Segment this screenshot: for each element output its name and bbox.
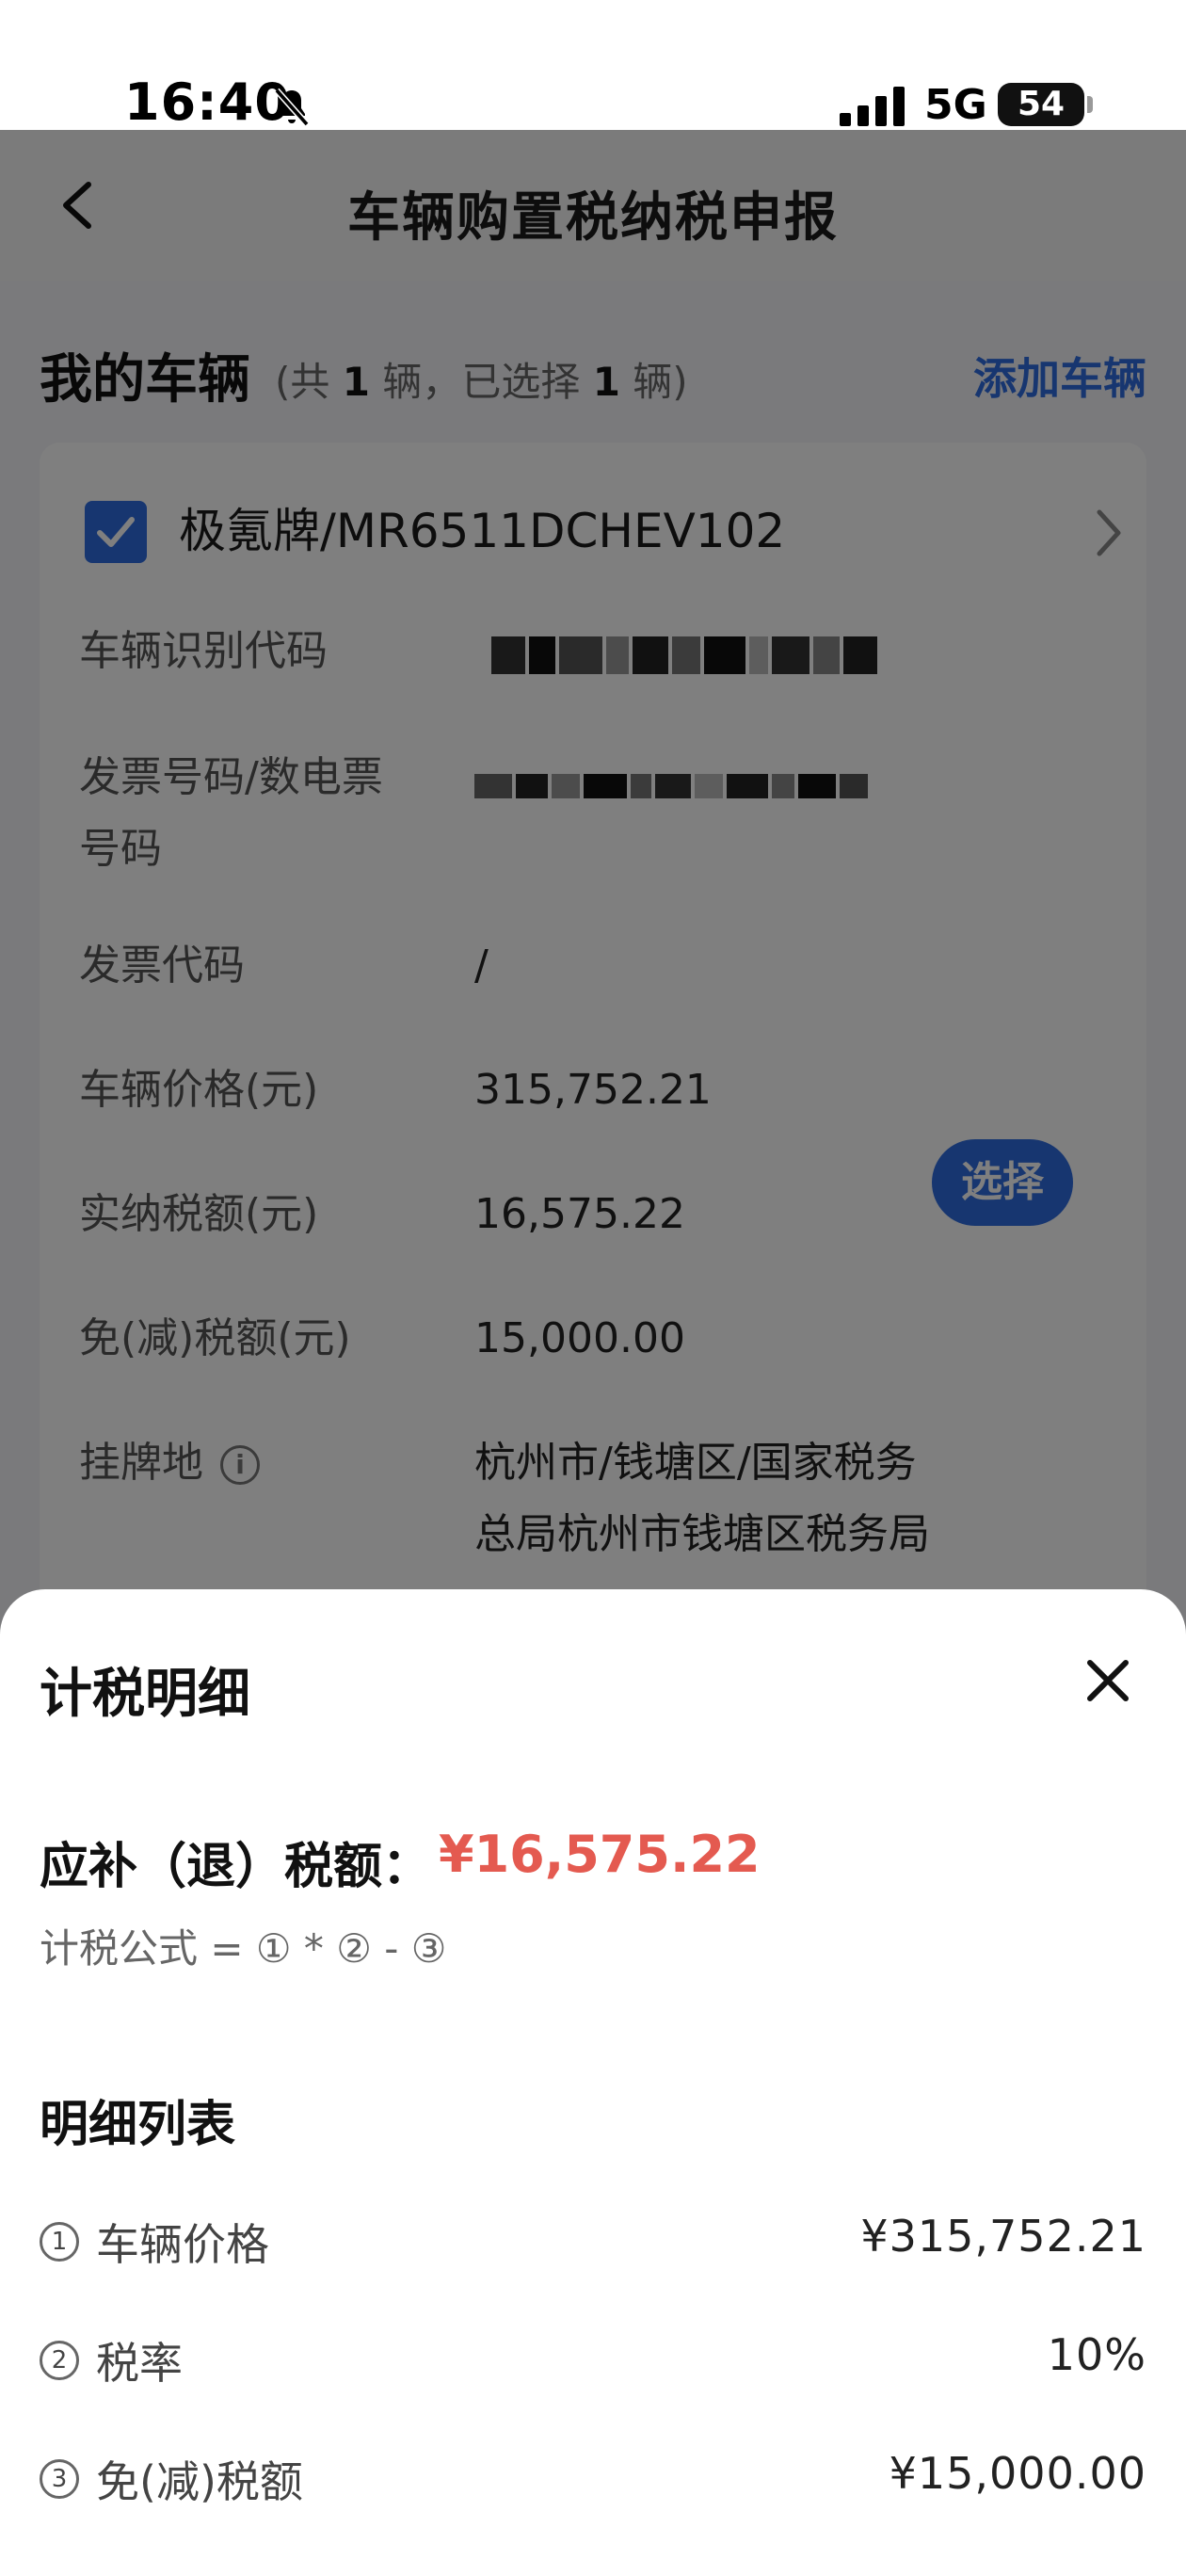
detail-list-title: 明细列表 xyxy=(40,2097,236,2153)
bell-muted-icon xyxy=(274,88,310,127)
circled-number-icon: 2 xyxy=(40,2341,79,2380)
status-time: 16:40 xyxy=(124,72,291,132)
detail-label: 免(减)税额 xyxy=(96,2456,303,2507)
network-type: 5G xyxy=(924,81,987,129)
detail-value: ¥315,752.21 xyxy=(860,2211,1146,2262)
battery-tip xyxy=(1087,96,1093,113)
tax-due-amount: ¥16,575.22 xyxy=(439,1825,761,1884)
detail-label: 税率 xyxy=(96,2338,183,2389)
signal-icon xyxy=(840,87,905,126)
tax-detail-sheet: 计税明细 应补（退）税额： ¥16,575.22 计税公式 = ① * ② - … xyxy=(0,1589,1186,2576)
tax-formula: 计税公式 = ① * ② - ③ xyxy=(40,1925,447,1972)
close-icon[interactable] xyxy=(1082,1655,1133,1706)
detail-row-tax-exemption: 3 免(减)税额 ¥15,000.00 xyxy=(40,2444,1146,2520)
detail-value: ¥15,000.00 xyxy=(889,2448,1146,2499)
detail-label: 车辆价格 xyxy=(96,2219,269,2270)
tax-due-label: 应补（退）税额： xyxy=(40,1839,432,1895)
circled-number-icon: 3 xyxy=(40,2459,79,2499)
detail-row-vehicle-price: 1 车辆价格 ¥315,752.21 xyxy=(40,2207,1146,2282)
detail-value: 10% xyxy=(1047,2329,1146,2380)
battery-icon: 54 xyxy=(998,83,1084,126)
circled-number-icon: 1 xyxy=(40,2222,79,2262)
sheet-title: 计税明细 xyxy=(40,1664,250,1725)
status-bar: 16:40 5G 54 xyxy=(0,0,1186,130)
detail-row-tax-rate: 2 税率 10% xyxy=(40,2326,1146,2401)
